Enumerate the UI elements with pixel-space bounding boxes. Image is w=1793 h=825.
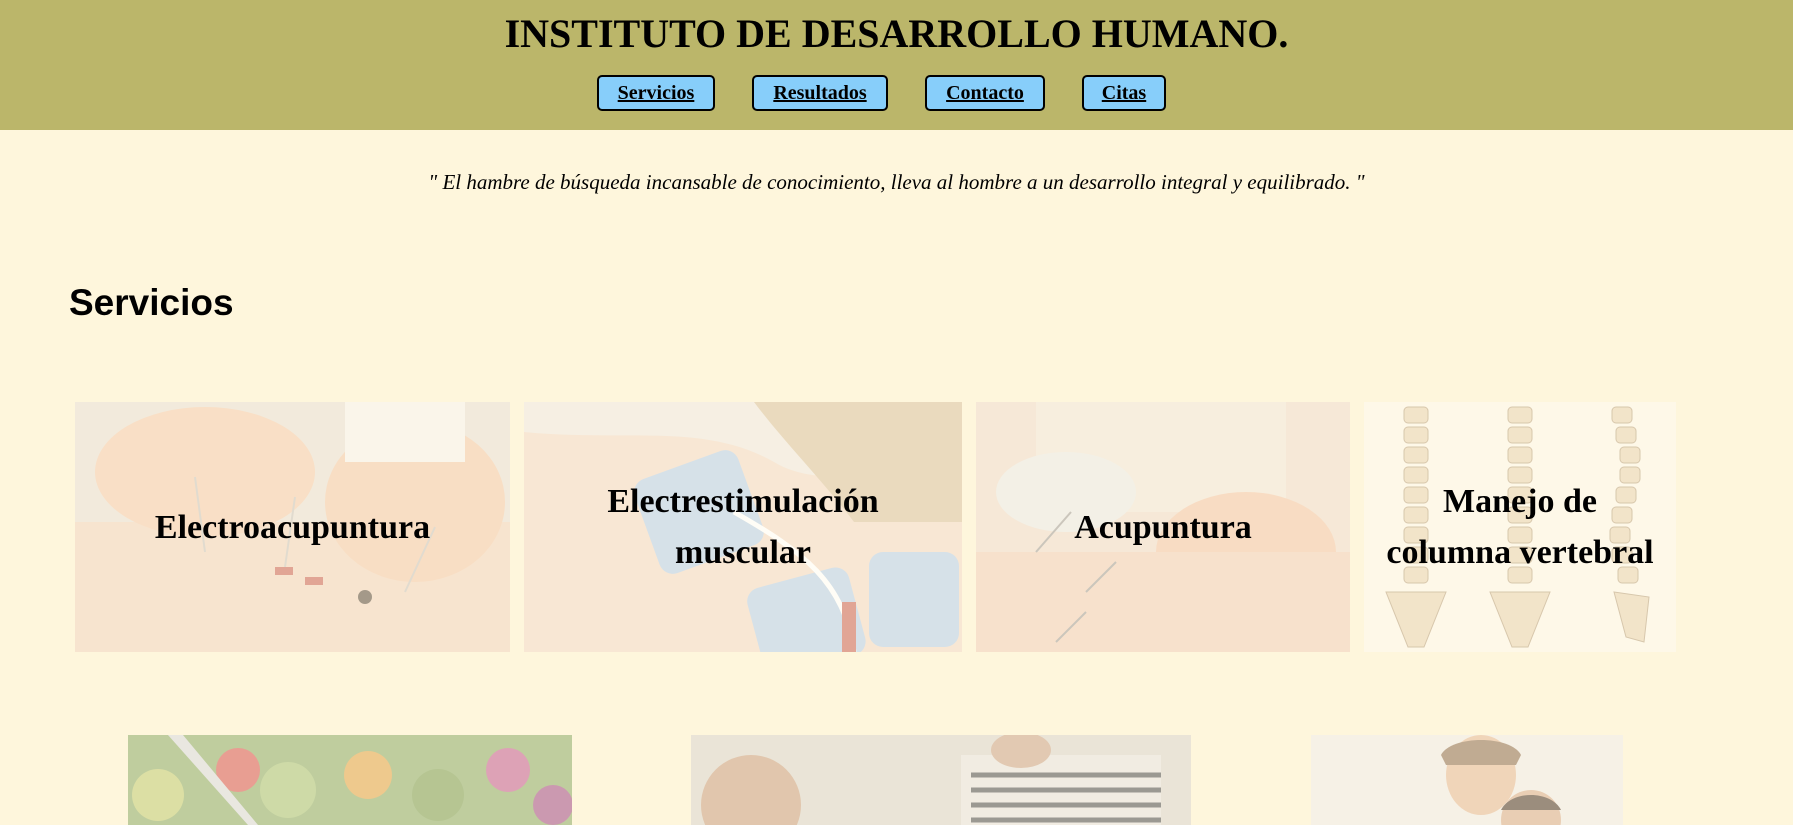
nav-resultados-button[interactable]: Resultados (752, 75, 888, 111)
service-card-columna-vertebral[interactable]: Manejo de columna vertebral (1364, 402, 1676, 652)
service-label: Manejo de columna vertebral (1386, 483, 1654, 571)
service-card-electroestimulacion[interactable]: Electrestimulación muscular (524, 402, 962, 652)
service-card-consultation[interactable] (1311, 735, 1623, 825)
nav-citas-button[interactable]: Citas (1082, 75, 1166, 111)
service-label: Acupuntura (1074, 508, 1252, 546)
site-title: INSTITUTO DE DESARROLLO HUMANO. (504, 11, 1289, 56)
service-label: Electroacupuntura (154, 508, 431, 546)
consultation-image (1311, 735, 1623, 825)
therapy-session-image (691, 735, 1191, 825)
service-card-electroacupuntura[interactable]: Electroacupuntura (75, 402, 510, 652)
service-label: Electrestimulación muscular (607, 483, 879, 571)
service-card-nutrition[interactable] (128, 735, 572, 825)
main-nav: Servicios Resultados Contacto Citas (0, 75, 1793, 115)
vegetables-image (128, 735, 572, 825)
site-header: INSTITUTO DE DESARROLLO HUMANO. Servicio… (0, 0, 1793, 130)
motto-quote: " El hambre de búsqueda incansable de co… (428, 170, 1365, 194)
nav-contacto-button[interactable]: Contacto (925, 75, 1045, 111)
service-card-therapy[interactable] (691, 735, 1191, 825)
nav-servicios-button[interactable]: Servicios (597, 75, 715, 111)
service-card-acupuntura[interactable]: Acupuntura (976, 402, 1350, 652)
services-heading: Servicios (69, 282, 234, 323)
